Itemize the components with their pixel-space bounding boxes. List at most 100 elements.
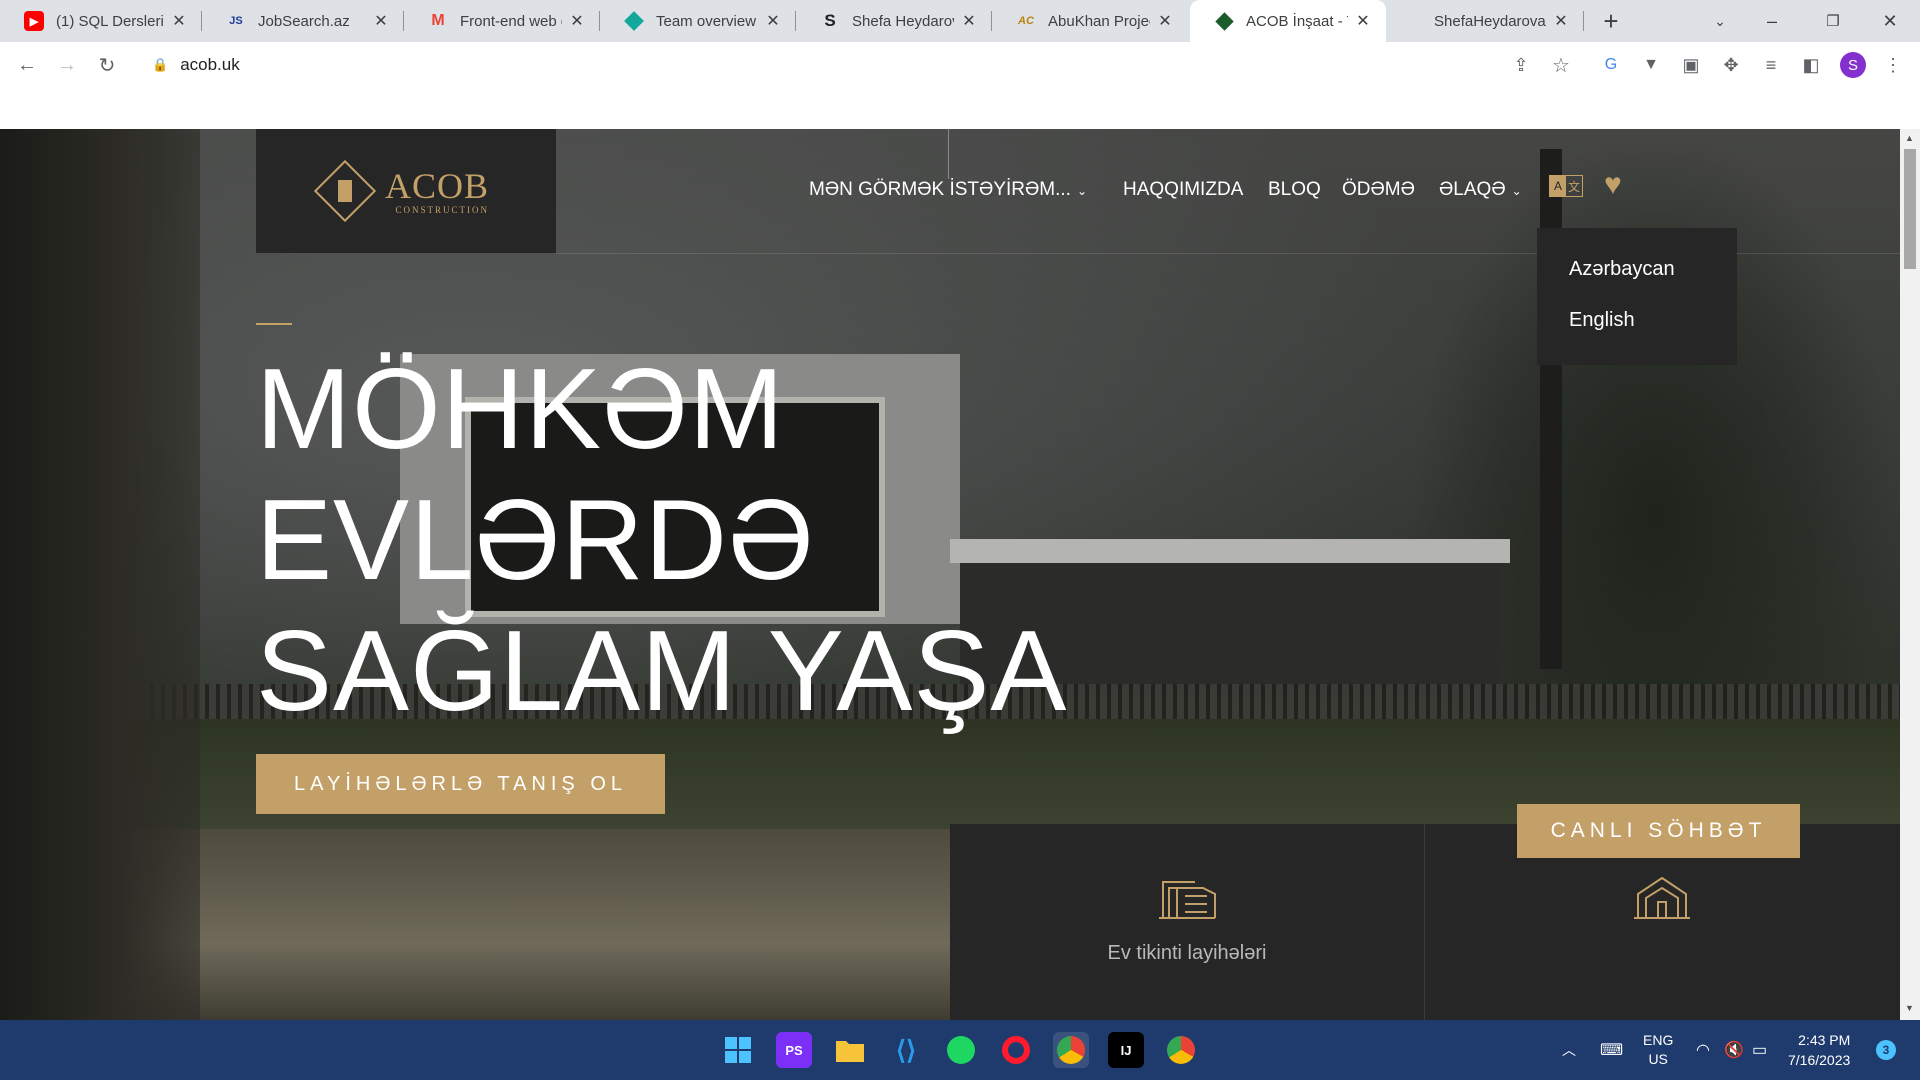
chrome-icon[interactable] [1163,1032,1199,1068]
input-language-code: ENG [1643,1032,1674,1048]
gmail-icon: M [431,12,445,29]
tab-title: ShefaHeydarova/ [1434,12,1546,30]
tab-gmail[interactable]: M Front-end web de ✕ [404,0,600,42]
wifi-icon[interactable]: ◠ [1696,1020,1710,1080]
language-option-english[interactable]: English [1569,309,1635,332]
file-explorer-icon[interactable] [832,1032,868,1068]
spotify-icon[interactable] [943,1032,979,1068]
hero-title-line-2: EVLƏRDƏ [256,477,815,604]
live-chat-button[interactable]: CANLI SÖHBƏT [1517,804,1800,858]
js-icon: JS [229,15,243,27]
diamond-icon [624,11,644,31]
reload-icon[interactable]: ↻ [94,52,120,78]
scroll-down-icon[interactable]: ▼ [1905,1003,1914,1013]
scroll-up-icon[interactable]: ▲ [1905,133,1914,143]
tray-chevron-up-icon[interactable]: ︿ [1562,1020,1576,1080]
lock-icon[interactable]: 🔒 [152,57,168,73]
back-icon[interactable]: ← [14,52,40,78]
intellij-icon[interactable]: IJ [1108,1032,1144,1068]
nav-item-label: MƏN GÖRMƏK İSTƏYİRƏM... [809,179,1071,200]
volume-muted-icon[interactable]: 🔇 [1724,1020,1744,1080]
tab-github[interactable]: ShefaHeydarova/ ✕ [1388,0,1584,42]
side-panel-icon[interactable]: ◧ [1798,52,1824,78]
close-icon[interactable]: ✕ [170,11,188,31]
page-scrollbar[interactable]: ▲ ▼ [1900,129,1920,1020]
youtube-icon: ▶ [24,11,44,31]
tab-title: Shefa Heydarova [852,12,954,30]
input-language[interactable]: ENG US [1643,1020,1673,1080]
input-region-code: US [1648,1051,1668,1067]
hero-title-line-1: MÖHKƏM [256,346,785,473]
tab-jobsearch[interactable]: JS JobSearch.az ✕ [202,0,404,42]
close-icon[interactable]: ✕ [1552,11,1570,31]
extension-v-icon[interactable]: ▼ [1638,52,1664,78]
windows-start-icon[interactable] [720,1032,756,1068]
card-divider [1424,824,1425,1020]
menu-kebab-icon[interactable]: ⋮ [1880,52,1906,78]
ac-icon: AC [1018,15,1034,27]
notification-badge[interactable]: 3 [1876,1040,1896,1060]
windows-taskbar: PS ⟨⟩ IJ ︿ ⌨ ENG US ◠ 🔇 ▭ 2:43 PM 7/16/2… [0,1020,1920,1080]
logo-text: ACOB CONSTRUCTION [385,168,489,215]
clock-time: 2:43 PM [1798,1032,1851,1048]
logo-name: ACOB [384,165,490,206]
close-icon[interactable]: ✕ [764,11,782,31]
vscode-icon[interactable]: ⟨⟩ [888,1032,924,1068]
keyboard-icon[interactable]: ⌨ [1600,1020,1623,1080]
tab-abukhan-project[interactable]: AC AbuKhan Project ✕ [992,0,1188,42]
translate-icon[interactable]: G [1598,52,1624,78]
hero-accent-line [256,323,292,325]
address-bar[interactable]: 🔒 acob.uk [152,55,240,75]
phpstorm-icon[interactable]: PS [776,1032,812,1068]
hero-title-line-3: SAĞLAM YAŞA [256,608,1068,735]
nav-item-about[interactable]: HAQQIMIZDA [1123,179,1243,201]
battery-icon[interactable]: ▭ [1752,1020,1767,1080]
header-divider [948,129,949,179]
view-projects-button[interactable]: LAYİHƏLƏRLƏ TANIŞ OL [256,754,665,814]
new-tab-button[interactable]: + [1596,0,1626,42]
close-icon[interactable]: ✕ [1156,11,1174,31]
bookmark-star-icon[interactable]: ☆ [1548,52,1574,78]
tab-title: AbuKhan Project [1048,12,1150,30]
opera-icon[interactable] [998,1032,1034,1068]
background-tree-left [0,129,200,1020]
chrome-profile-icon[interactable] [1053,1032,1089,1068]
nav-item-projects[interactable]: MƏN GÖRMƏK İSTƏYİRƏM... ⌄ [809,179,1087,201]
picture-in-picture-icon[interactable]: ▣ [1678,52,1704,78]
browser-toolbar: ← → ↻ 🔒 acob.uk ⇪ ☆ G ▼ ▣ ✥ ≡ ◧ ⋮ [0,42,1920,88]
close-icon[interactable]: ✕ [960,11,978,31]
extensions-puzzle-icon[interactable]: ✥ [1718,52,1744,78]
forward-icon[interactable]: → [54,52,80,78]
clock-date: 7/16/2023 [1788,1052,1851,1068]
minimize-button[interactable]: – [1742,0,1802,42]
close-icon[interactable]: ✕ [1354,11,1372,31]
tab-acob-insaat[interactable]: ACOB İnşaat - Tik ✕ [1190,0,1386,42]
media-control-icon[interactable]: ≡ [1758,52,1784,78]
close-icon[interactable]: ✕ [568,11,586,31]
language-option-azerbaijani[interactable]: Azərbaycan [1569,258,1675,281]
nav-item-payment[interactable]: ÖDƏMƏ [1342,179,1415,201]
tab-sql-dersleri[interactable]: ▶ (1) SQL Dersleri 1 ✕ [0,0,202,42]
nav-item-contact[interactable]: ƏLAQƏ ⌄ [1439,179,1522,201]
s-logo-icon: S [824,11,836,30]
scrollbar-thumb[interactable] [1904,149,1916,269]
tab-search-icon[interactable]: ⌄ [1690,0,1750,42]
share-icon[interactable]: ⇪ [1508,52,1534,78]
site-logo[interactable]: ACOB CONSTRUCTION [256,129,556,253]
close-icon[interactable]: ✕ [372,11,390,31]
close-window-button[interactable]: ✕ [1860,0,1920,42]
tab-shefa-heydarova[interactable]: S Shefa Heydarova ✕ [796,0,992,42]
github-icon [1412,11,1422,31]
card-label-house-projects: Ev tikinti layihələri [1107,942,1267,964]
background-tree-trunk [1540,149,1562,669]
system-clock[interactable]: 2:43 PM 7/16/2023 [1788,1030,1850,1070]
tab-team-overview[interactable]: Team overview | s ✕ [600,0,796,42]
tab-title: Front-end web de [460,12,562,30]
restore-button[interactable]: ❐ [1803,0,1863,42]
heart-icon[interactable]: ♥ [1604,170,1634,200]
profile-avatar[interactable]: S [1840,52,1866,78]
nav-item-blog[interactable]: BLOQ [1268,179,1321,201]
language-switch-icon[interactable]: A文 [1549,175,1583,197]
logo-subtitle: CONSTRUCTION [395,204,490,215]
tab-title: ACOB İnşaat - Tik [1246,12,1348,30]
